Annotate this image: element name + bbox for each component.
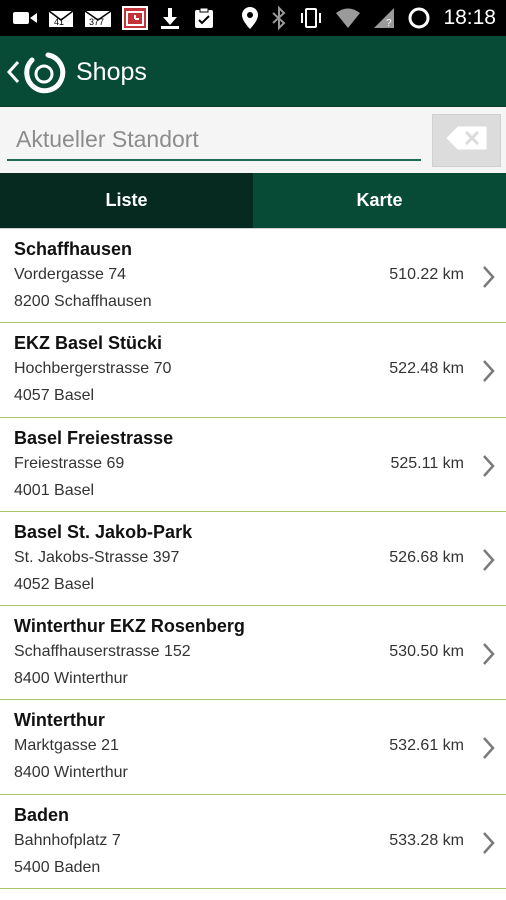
clock-time: 18:18: [443, 6, 496, 29]
shop-city: 8400 Winterthur: [14, 764, 128, 782]
shop-street: Hochbergerstrasse 70: [14, 360, 172, 378]
back-chevron-icon[interactable]: [6, 60, 20, 89]
shop-city: 4001 Basel: [14, 481, 95, 499]
shop-name: EKZ Basel Stücki: [14, 333, 163, 354]
shop-name: Basel St. Jakob-Park: [14, 521, 193, 542]
shop-street: Schaffhauserstrasse 152: [14, 643, 191, 661]
shop-name: Basel Freiestrasse: [14, 427, 174, 448]
video-icon: [12, 9, 38, 27]
svg-text:?: ?: [386, 18, 392, 29]
signal-icon: ?: [373, 7, 395, 29]
chevron-right-icon: [482, 736, 496, 765]
search-bar: [0, 107, 506, 173]
shop-list-item[interactable]: Basel Freiestrasse Freiestrasse 69 4001 …: [0, 418, 506, 512]
bluetooth-icon: [271, 6, 287, 30]
shop-list: Schaffhausen Vordergasse 74 8200 Schaffh…: [0, 229, 506, 890]
shop-street: St. Jakobs-Strasse 397: [14, 548, 180, 566]
shop-distance: 525.11 km: [390, 454, 464, 472]
shop-name: Schaffhausen: [14, 239, 133, 259]
shop-distance: 530.50 km: [389, 643, 464, 661]
chevron-right-icon: [482, 265, 496, 294]
battery-circle-icon: [407, 6, 431, 30]
shop-name: Winterthur EKZ Rosenberg: [14, 616, 245, 637]
shop-list-item[interactable]: Winterthur EKZ Rosenberg Schaffhauserstr…: [0, 606, 506, 701]
shop-list-item[interactable]: Winterthur Marktgasse 21 8400 Winterthur…: [0, 700, 506, 795]
shop-street: Marktgasse 21: [14, 737, 119, 755]
tab-karte[interactable]: Karte: [253, 173, 506, 228]
status-bar: 41 377 ? 18:18: [0, 0, 506, 36]
chevron-right-icon: [482, 831, 496, 860]
shop-distance: 533.28 km: [389, 831, 464, 849]
chevron-right-icon: [482, 548, 496, 577]
system-icons: ? 18:18: [241, 4, 496, 32]
shop-name: Baden: [14, 804, 70, 825]
shop-street: Freiestrasse 69: [14, 454, 125, 472]
vibrate-icon: [299, 6, 323, 30]
chevron-right-icon: [482, 454, 496, 483]
shop-name: Winterthur: [14, 710, 105, 731]
shop-distance: 532.61 km: [389, 737, 464, 755]
mail-count-badge: 41: [54, 17, 65, 27]
shop-distance: 522.48 km: [389, 360, 464, 378]
shop-city: 8200 Schaffhausen: [14, 293, 152, 310]
shop-distance: 510.22 km: [389, 266, 464, 283]
page-title: Shops: [76, 58, 147, 86]
shop-list-item[interactable]: Baden Bahnhofplatz 7 5400 Baden 533.28 k…: [0, 795, 506, 890]
chevron-right-icon: [482, 642, 496, 671]
app-logo-icon[interactable]: [22, 50, 66, 99]
shop-distance: 526.68 km: [389, 548, 464, 566]
shop-street: Bahnhofplatz 7: [14, 831, 121, 849]
shop-street: Vordergasse 74: [14, 266, 127, 283]
wifi-icon: [335, 7, 361, 29]
shop-city: 8400 Winterthur: [14, 670, 128, 688]
shop-city: 5400 Baden: [14, 858, 101, 876]
shop-city: 4057 Basel: [14, 387, 95, 405]
mail-icon: 41: [48, 6, 74, 30]
tab-liste[interactable]: Liste: [0, 173, 253, 228]
location-search-input[interactable]: [7, 119, 421, 161]
clear-button[interactable]: [432, 114, 501, 167]
gmail-icon: 377: [84, 6, 112, 30]
notification-icons: 41 377: [12, 6, 216, 30]
calendar-icon: [122, 5, 148, 31]
shop-list-item[interactable]: Schaffhausen Vordergasse 74 8200 Schaffh…: [0, 229, 506, 324]
clipboard-icon: [192, 6, 216, 30]
download-icon: [158, 6, 182, 30]
gmail-count-badge: 377: [89, 17, 105, 27]
shop-list-item[interactable]: Basel St. Jakob-Park St. Jakobs-Strasse …: [0, 512, 506, 607]
backspace-icon: [445, 125, 488, 156]
location-icon: [241, 6, 259, 30]
shop-list-item[interactable]: EKZ Basel Stücki Hochbergerstrasse 70 40…: [0, 323, 506, 418]
app-bar: Shops: [0, 36, 506, 107]
shop-city: 4052 Basel: [14, 575, 95, 593]
tab-bar: Liste Karte: [0, 173, 506, 229]
chevron-right-icon: [482, 359, 496, 388]
